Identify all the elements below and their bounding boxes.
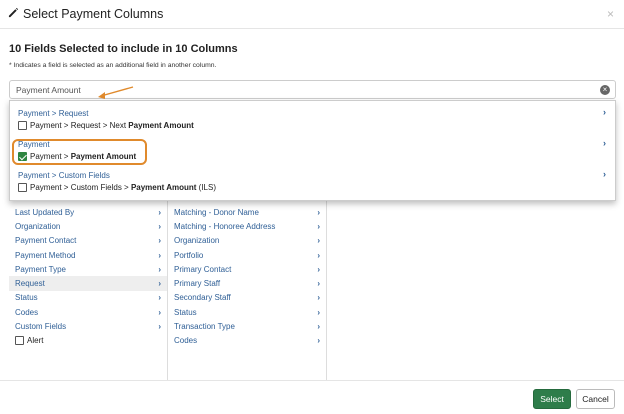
- additional-field-note: * Indicates a field is selected as an ad…: [9, 62, 217, 69]
- field-row[interactable]: Codes ›: [168, 334, 326, 348]
- chevron-right-icon: ›: [317, 236, 320, 246]
- summary-count: 10: [175, 43, 188, 55]
- clear-search-icon[interactable]: ×: [600, 85, 610, 95]
- checkbox[interactable]: [18, 183, 27, 192]
- checkbox[interactable]: [18, 121, 27, 130]
- search-input[interactable]: [16, 83, 596, 97]
- pencil-icon: [8, 7, 19, 21]
- field-row[interactable]: Last Updated By ›: [9, 205, 167, 219]
- summary-suffix: Columns: [187, 43, 238, 55]
- chevron-right-icon[interactable]: ›: [603, 138, 606, 148]
- field-row[interactable]: Matching - Donor Name ›: [168, 205, 326, 219]
- cancel-button[interactable]: Cancel: [576, 389, 615, 409]
- selection-summary: 10 Fields Selected to include in 10 Colu…: [9, 43, 238, 55]
- modal-header: Select Payment Columns ×: [0, 0, 624, 29]
- result-group-path: Payment: [18, 140, 50, 149]
- field-row[interactable]: Status ›: [168, 305, 326, 319]
- chevron-right-icon: ›: [317, 293, 320, 303]
- field-row[interactable]: Payment Method ›: [9, 248, 167, 262]
- field-checkbox-row[interactable]: Alert: [9, 334, 167, 348]
- checkbox[interactable]: [15, 336, 24, 346]
- chevron-right-icon: ›: [317, 221, 320, 231]
- chevron-right-icon[interactable]: ›: [603, 107, 606, 117]
- chevron-right-icon: ›: [317, 250, 320, 260]
- chevron-right-icon: ›: [158, 264, 161, 274]
- chevron-right-icon: ›: [158, 293, 161, 303]
- field-row[interactable]: Primary Staff ›: [168, 276, 326, 290]
- modal-title: Select Payment Columns: [8, 7, 163, 21]
- field-columns: Last Updated By › Organization › Payment C…: [9, 191, 616, 380]
- chevron-right-icon: ›: [158, 207, 161, 217]
- chevron-right-icon: ›: [317, 279, 320, 289]
- chevron-right-icon: ›: [158, 279, 161, 289]
- checkbox-checked[interactable]: [18, 152, 27, 161]
- chevron-right-icon: ›: [158, 236, 161, 246]
- modal-title-text: Select Payment Columns: [23, 7, 164, 21]
- result-item[interactable]: Payment > Payment Amount: [18, 152, 136, 161]
- result-item[interactable]: Payment > Custom Fields > Payment Amount…: [18, 183, 216, 192]
- field-row[interactable]: Matching - Honoree Address ›: [168, 219, 326, 233]
- chevron-right-icon[interactable]: ›: [603, 169, 606, 179]
- chevron-right-icon: ›: [317, 336, 320, 346]
- chevron-right-icon: ›: [317, 307, 320, 317]
- field-column-2: Matching - Donor Name › Matching - Honore…: [168, 191, 327, 380]
- chevron-right-icon: ›: [158, 307, 161, 317]
- field-row[interactable]: Organization ›: [168, 234, 326, 248]
- search-results-dropdown: Payment > Request › Payment > Request > …: [9, 100, 616, 201]
- field-row[interactable]: Primary Contact ›: [168, 262, 326, 276]
- chevron-right-icon: ›: [158, 250, 161, 260]
- chevron-right-icon: ›: [317, 207, 320, 217]
- close-icon[interactable]: ×: [607, 7, 614, 21]
- result-item-label: Payment > Payment Amount: [30, 152, 137, 161]
- field-row[interactable]: Codes ›: [9, 305, 167, 319]
- field-row[interactable]: Custom Fields ›: [9, 319, 167, 333]
- result-item[interactable]: Payment > Request > Next Payment Amount: [18, 121, 194, 130]
- chevron-right-icon: ›: [158, 221, 161, 231]
- chevron-right-icon: ›: [317, 264, 320, 274]
- chevron-right-icon: ›: [317, 322, 320, 332]
- field-row[interactable]: Secondary Staff ›: [168, 291, 326, 305]
- result-group-path: Payment > Custom Fields: [18, 171, 110, 180]
- chevron-right-icon: ›: [158, 322, 161, 332]
- footer-divider: [0, 380, 624, 381]
- field-column-1: Last Updated By › Organization › Payment C…: [9, 191, 168, 380]
- field-row[interactable]: Payment Type ›: [9, 262, 167, 276]
- field-row[interactable]: Payment Contact ›: [9, 234, 167, 248]
- field-row[interactable]: Transaction Type ›: [168, 319, 326, 333]
- summary-prefix: 10 Fields Selected to include in: [9, 43, 176, 55]
- result-item-label: Payment > Custom Fields > Payment Amount…: [30, 183, 216, 192]
- search-field[interactable]: ×: [9, 80, 616, 99]
- result-group-path: Payment > Request: [18, 109, 89, 118]
- field-row-active[interactable]: Request ›: [9, 276, 167, 291]
- result-item-label: Payment > Request > Next Payment Amount: [30, 121, 194, 130]
- field-row[interactable]: Organization ›: [9, 219, 167, 233]
- select-button[interactable]: Select: [533, 389, 571, 409]
- field-row[interactable]: Status ›: [9, 291, 167, 305]
- field-row[interactable]: Portfolio ›: [168, 248, 326, 262]
